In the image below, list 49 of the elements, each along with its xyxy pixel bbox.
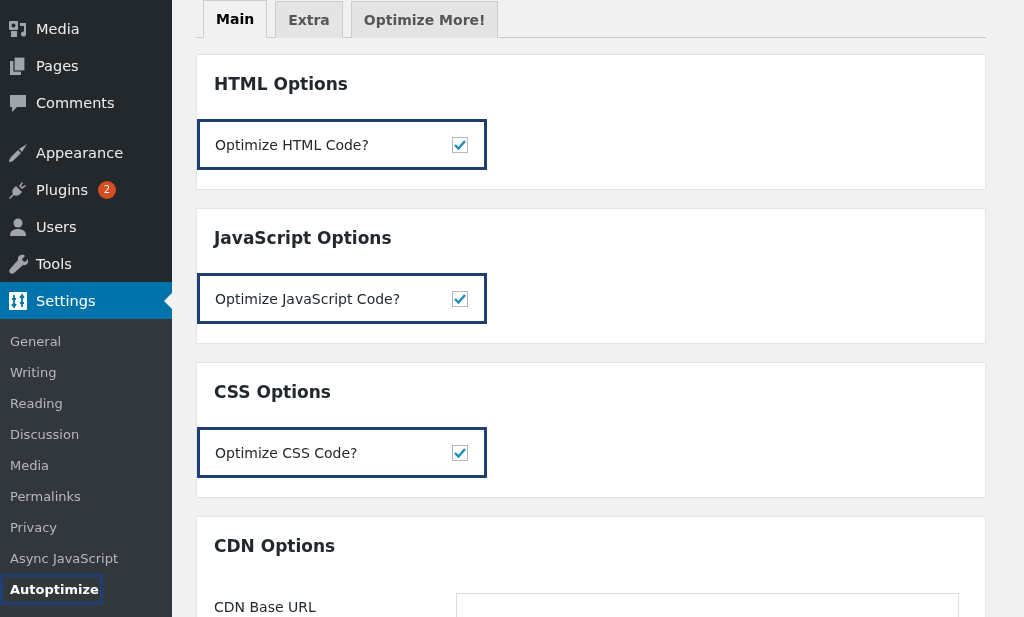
menu-item[interactable]: Media [0,10,172,47]
submenu-item[interactable]: Privacy [0,512,172,543]
menu-item[interactable]: Plugins 2 [0,171,172,208]
option-label: Optimize CSS Code? [215,444,358,461]
tab[interactable]: Extra [275,1,343,38]
menu-item[interactable]: Tools [0,245,172,282]
tab[interactable]: Main [203,0,268,38]
submenu-item[interactable]: Permalinks [0,481,172,512]
paintbrush-icon [8,142,28,163]
plug-icon [8,179,28,200]
menu-label: Tools [36,255,72,272]
option-label: Optimize JavaScript Code? [215,290,401,307]
comment-icon [8,92,28,113]
submenu-item[interactable]: General [0,326,172,357]
option-label: Optimize HTML Code? [215,136,369,153]
pages-icon [8,55,28,76]
tab[interactable]: Optimize More! [350,1,499,38]
checkbox[interactable] [452,136,468,153]
menu-label: Settings [36,292,96,309]
media-icon [8,18,28,39]
menu-label: Plugins [36,181,88,198]
section-heading: CSS Options [214,381,332,403]
checkbox[interactable] [452,290,468,307]
menu-label: Comments [36,94,115,111]
input-field[interactable] [456,593,959,617]
submenu-item[interactable]: Async JavaScript [0,543,172,574]
menu-item[interactable]: Users [0,208,172,245]
menu-label: Pages [36,57,79,74]
menu-item[interactable]: Appearance [0,134,172,171]
submenu-item[interactable]: Autoptimize [0,574,103,605]
section-heading: HTML Options [214,73,349,95]
menu-item[interactable]: Pages [0,47,172,84]
submenu-item[interactable]: Media [0,450,172,481]
submenu-item[interactable]: Writing [0,357,172,388]
update-count-badge: 2 [97,180,116,199]
menu-label: Media [36,20,80,37]
checkbox[interactable] [452,444,468,461]
submenu-item[interactable]: Discussion [0,419,172,450]
submenu-item[interactable]: Reading [0,388,172,419]
menu-item[interactable]: Comments [0,84,172,121]
menu-label: Appearance [36,144,124,161]
user-icon [8,216,28,237]
section-heading: CDN Options [214,535,337,557]
wrench-icon [8,253,28,274]
menu-label: Users [36,218,77,235]
menu-item[interactable]: Settings [0,282,172,319]
settings-icon [8,290,28,311]
section-heading: JavaScript Options [214,227,393,249]
field-label: CDN Base URL [214,599,317,615]
